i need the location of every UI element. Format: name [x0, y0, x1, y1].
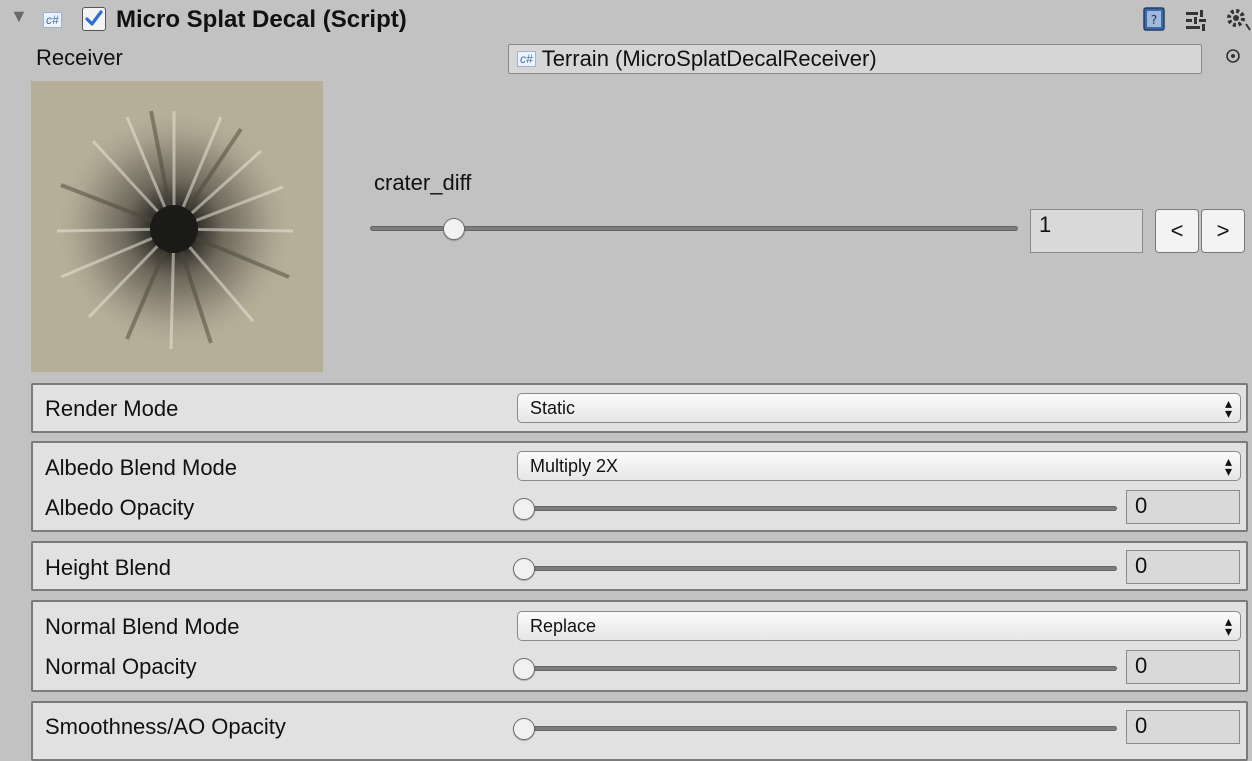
normal-opacity-label: Normal Opacity: [45, 654, 197, 679]
height-blend-slider-thumb[interactable]: [513, 558, 535, 580]
smoothness-ao-opacity-slider-thumb[interactable]: [513, 718, 535, 740]
smoothness-ao-opacity-label: Smoothness/AO Opacity: [45, 714, 286, 739]
height-blend-field[interactable]: 0: [1126, 550, 1240, 584]
normal-blend-mode-dropdown[interactable]: Replace ▴ ▾: [517, 611, 1241, 641]
receiver-label: Receiver: [36, 45, 123, 70]
render-mode-value: Static: [530, 397, 576, 418]
updown-arrows-icon: ▴ ▾: [1224, 395, 1232, 421]
previous-texture-button[interactable]: <: [1155, 209, 1199, 253]
help-book-icon[interactable]: ?: [1142, 6, 1168, 32]
albedo-blend-mode-dropdown[interactable]: Multiply 2X ▴ ▾: [517, 451, 1241, 481]
normal-opacity-field[interactable]: 0: [1126, 650, 1240, 684]
csharp-script-icon: c#: [43, 12, 62, 28]
updown-arrows-icon: ▴ ▾: [1224, 613, 1232, 639]
albedo-blend-mode-label: Albedo Blend Mode: [45, 455, 238, 480]
preset-sliders-icon[interactable]: [1184, 6, 1210, 32]
albedo-blend-mode-value: Multiply 2X: [530, 455, 619, 476]
height-blend-label: Height Blend: [45, 555, 171, 580]
foldout-arrow-icon[interactable]: ▼: [10, 6, 28, 27]
smoothness-section: Smoothness/AO Opacity 0: [31, 701, 1248, 761]
albedo-opacity-slider-thumb[interactable]: [513, 498, 535, 520]
next-texture-button[interactable]: >: [1201, 209, 1245, 253]
receiver-object-field[interactable]: c# Terrain (MicroSplatDecalReceiver): [508, 44, 1202, 74]
height-blend-slider-track[interactable]: [517, 566, 1117, 571]
svg-text:?: ?: [1151, 13, 1157, 27]
receiver-value: Terrain (MicroSplatDecalReceiver): [541, 46, 877, 71]
albedo-section: Albedo Blend Mode Multiply 2X ▴ ▾ Albedo …: [31, 441, 1248, 532]
updown-arrows-icon: ▴ ▾: [1224, 453, 1232, 479]
texture-name-label: crater_diff: [374, 170, 472, 195]
component-enabled-checkbox[interactable]: [82, 7, 106, 31]
csharp-script-icon: c#: [517, 51, 536, 67]
normal-blend-mode-value: Replace: [530, 615, 597, 636]
smoothness-ao-opacity-field[interactable]: 0: [1126, 710, 1240, 744]
normal-opacity-slider-track[interactable]: [517, 666, 1117, 671]
albedo-opacity-slider-track[interactable]: [517, 506, 1117, 511]
render-mode-dropdown[interactable]: Static ▴ ▾: [517, 393, 1241, 423]
texture-index-slider-thumb[interactable]: [443, 218, 466, 240]
smoothness-ao-opacity-slider-track[interactable]: [517, 726, 1117, 731]
normal-section: Normal Blend Mode Replace ▴ ▾ Normal Opac…: [31, 600, 1248, 692]
render-mode-label: Render Mode: [45, 396, 179, 421]
checkmark-icon: [85, 10, 103, 26]
render-mode-section: Render Mode Static ▴ ▾: [31, 383, 1248, 433]
albedo-opacity-field[interactable]: 0: [1126, 490, 1240, 524]
gear-icon[interactable]: [1224, 6, 1251, 32]
albedo-opacity-label: Albedo Opacity: [45, 495, 195, 520]
normal-blend-mode-label: Normal Blend Mode: [45, 614, 240, 639]
texture-index-field[interactable]: 1: [1030, 209, 1143, 253]
texture-index-slider-track[interactable]: [370, 226, 1018, 231]
component-title: Micro Splat Decal (Script): [116, 6, 407, 33]
object-picker-icon[interactable]: [1225, 48, 1241, 64]
normal-opacity-slider-thumb[interactable]: [513, 658, 535, 680]
decal-texture-preview: [31, 81, 323, 372]
height-section: Height Blend 0: [31, 541, 1248, 591]
